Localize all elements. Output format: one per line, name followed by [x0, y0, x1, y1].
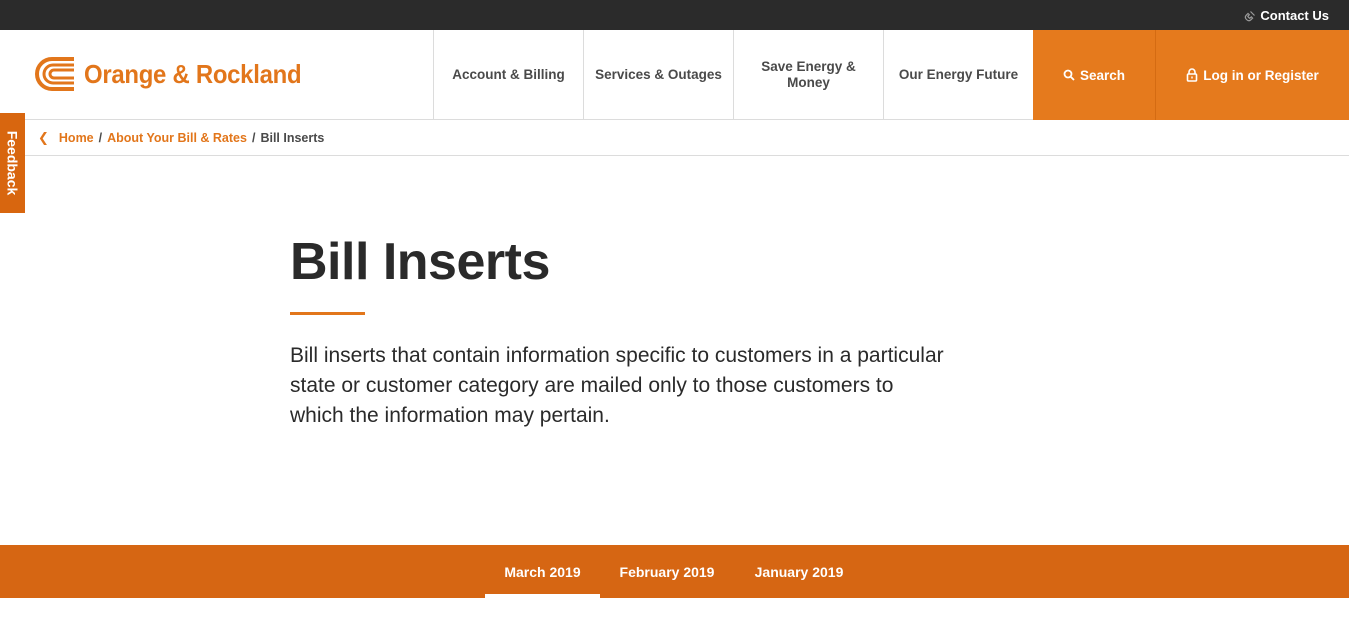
- nav-account-billing[interactable]: Account & Billing: [433, 30, 583, 120]
- contact-us-label: Contact Us: [1260, 8, 1329, 23]
- breadcrumb-current: Bill Inserts: [260, 131, 325, 145]
- main-nav: Account & Billing Services & Outages Sav…: [433, 30, 1033, 120]
- page-title: Bill Inserts: [290, 233, 550, 291]
- login-register-label: Log in or Register: [1203, 67, 1319, 83]
- breadcrumb-home[interactable]: Home: [59, 131, 94, 145]
- intro-text: Bill inserts that contain information sp…: [290, 344, 944, 427]
- contact-us-link[interactable]: Contact Us: [1244, 8, 1329, 23]
- login-register-button[interactable]: Log in or Register: [1156, 30, 1349, 120]
- logo-text: Orange & Rockland: [84, 58, 302, 89]
- tab-february-2019[interactable]: February 2019: [607, 545, 727, 598]
- breadcrumb-about-your-bill-rates[interactable]: About Your Bill & Rates: [107, 131, 247, 145]
- logo[interactable]: Orange & Rockland: [34, 54, 320, 94]
- tab-march-2019[interactable]: March 2019: [485, 545, 600, 598]
- search-button[interactable]: Search: [1033, 30, 1156, 120]
- nav-services-outages[interactable]: Services & Outages: [583, 30, 733, 120]
- site-header: Orange & Rockland Account & Billing Serv…: [0, 30, 1349, 120]
- nav-save-energy-money[interactable]: Save Energy & Money: [733, 30, 883, 120]
- breadcrumb-separator: /: [251, 131, 256, 145]
- title-underline: [290, 312, 365, 315]
- utility-bar: Contact Us: [0, 0, 1349, 30]
- orange-rockland-logo-mark: [35, 57, 74, 91]
- lock-icon: [1186, 68, 1198, 82]
- tab-january-2019[interactable]: January 2019: [740, 545, 858, 598]
- feedback-tab[interactable]: Feedback: [0, 113, 25, 213]
- search-icon: [1063, 69, 1075, 81]
- search-label: Search: [1079, 67, 1126, 83]
- phone-icon: [1245, 10, 1256, 21]
- nav-our-energy-future[interactable]: Our Energy Future: [883, 30, 1033, 120]
- month-tabs: March 2019 February 2019 January 2019: [0, 545, 1349, 598]
- feedback-label: Feedback: [4, 130, 21, 196]
- chevron-left-icon: ❮: [38, 130, 49, 145]
- breadcrumb-separator: /: [98, 131, 103, 145]
- breadcrumb: ❮ Home / About Your Bill & Rates / Bill …: [0, 121, 1349, 156]
